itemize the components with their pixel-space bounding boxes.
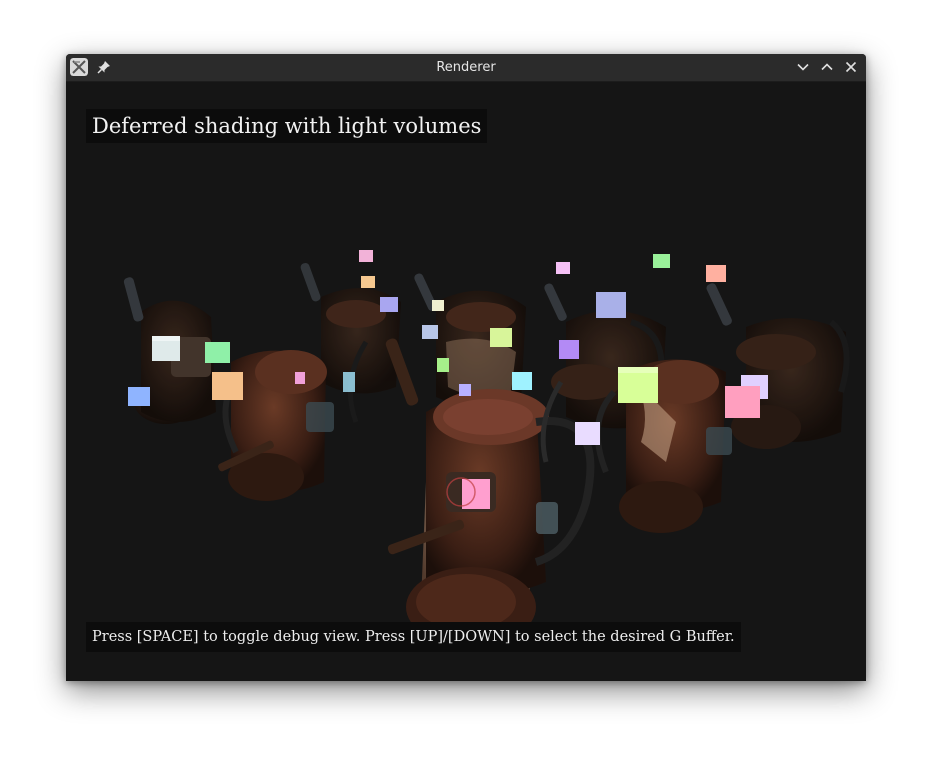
light-cube (618, 367, 658, 403)
maximize-icon[interactable] (819, 59, 835, 75)
light-cube (559, 340, 579, 359)
light-cube (706, 265, 726, 282)
controls-hint: Press [SPACE] to toggle debug view. Pres… (86, 622, 741, 652)
light-cube (128, 387, 150, 406)
light-cube (725, 386, 760, 418)
light-cube (437, 358, 449, 372)
light-cube (361, 276, 375, 288)
backpack-model (387, 389, 595, 647)
light-cube (653, 254, 670, 268)
light-cube (205, 342, 230, 363)
light-cube (212, 372, 243, 400)
render-viewport[interactable]: Deferred shading with light volumes Pres… (66, 82, 866, 681)
close-icon[interactable] (843, 59, 859, 75)
light-cube (512, 372, 532, 390)
window-title: Renderer (436, 60, 496, 75)
light-cube (556, 262, 570, 274)
light-cube (432, 300, 444, 311)
light-cube (459, 384, 471, 396)
minimize-icon[interactable] (795, 59, 811, 75)
light-cube (596, 292, 626, 318)
backpack-scene (123, 250, 850, 647)
light-cube (380, 297, 398, 312)
light-cube (152, 336, 180, 361)
light-cube (359, 250, 373, 262)
light-cube (422, 325, 438, 339)
backpack-model (706, 283, 850, 449)
title-bar[interactable]: Renderer (66, 54, 866, 82)
light-cube (295, 372, 305, 384)
light-cube (575, 422, 600, 445)
scene-title: Deferred shading with light volumes (86, 109, 488, 143)
light-cube (343, 372, 355, 392)
light-cube (490, 328, 512, 347)
renderer-window: Renderer Deferred shading with light vol… (66, 54, 866, 681)
